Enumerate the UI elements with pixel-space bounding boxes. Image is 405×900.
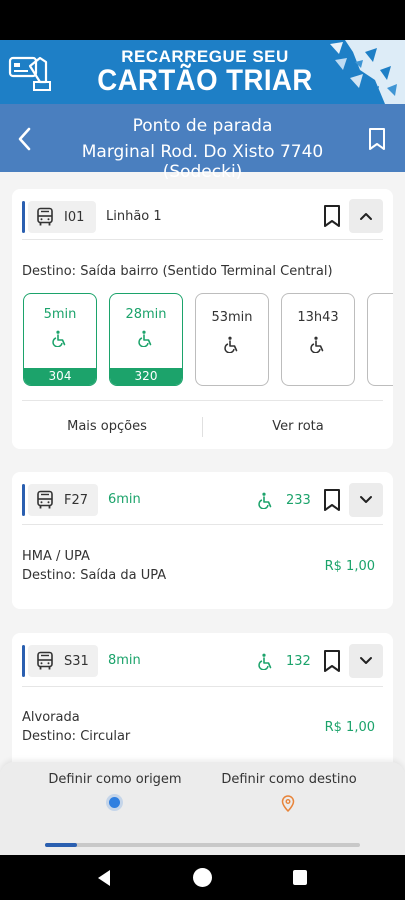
origin-dot-icon[interactable]	[109, 797, 120, 808]
more-options-button[interactable]: Mais opções	[12, 419, 202, 434]
departure-time: 13h43	[297, 310, 339, 325]
departure-time: 5min	[43, 307, 77, 322]
bookmark-icon[interactable]	[321, 649, 343, 673]
vehicle-number: 233	[286, 493, 311, 508]
bus-icon	[37, 207, 53, 226]
divider	[22, 524, 383, 525]
arrival-eta: 8min	[108, 653, 141, 668]
decorative-shards	[330, 40, 405, 104]
route-code: S31	[64, 653, 89, 669]
arrival-eta: 6min	[108, 492, 141, 507]
wheelchair-icon	[258, 492, 272, 509]
vehicle-number: 132	[286, 654, 311, 669]
departure-tile[interactable]: 53min	[195, 293, 269, 386]
route-destination: Destino: Circular	[22, 729, 131, 744]
bus-icon	[37, 651, 53, 670]
chevron-down-icon	[360, 496, 372, 503]
chevron-down-icon	[360, 657, 372, 664]
departure-tile[interactable]: 5min 304	[23, 293, 97, 386]
divider	[22, 239, 383, 240]
system-nav-bar	[0, 855, 405, 900]
bookmark-icon[interactable]	[321, 204, 343, 228]
location-pin-icon[interactable]	[281, 795, 295, 812]
wheelchair-icon	[310, 336, 324, 353]
view-route-button[interactable]: Ver rota	[203, 419, 393, 434]
departure-tile-partial[interactable]	[367, 293, 393, 386]
route-code-badge: S31	[28, 645, 98, 677]
route-card-s31[interactable]: S31 8min 132 Alvorada Destino: Circular …	[12, 633, 393, 773]
route-card-i01: I01 Linhão 1 Destino: Saída bairro (Sent…	[12, 189, 393, 449]
card-reload-icon	[8, 56, 51, 91]
wheelchair-icon	[258, 653, 272, 670]
promo-banner[interactable]: RECARREGUE SEU CARTÃO TRIAR	[0, 40, 405, 104]
banner-title: CARTÃO TRIAR	[97, 64, 313, 97]
stop-address: Marginal Rod. Do Xisto 7740 (Sodecki)	[81, 142, 324, 182]
collapse-button[interactable]	[349, 199, 383, 233]
fare-price: R$ 1,00	[324, 720, 375, 735]
bookmark-icon[interactable]	[365, 126, 389, 152]
nav-home-icon[interactable]	[193, 868, 212, 887]
wheelchair-icon	[52, 330, 66, 347]
departure-tile[interactable]: 13h43	[281, 293, 355, 386]
scroll-progress	[45, 843, 360, 847]
expand-button[interactable]	[349, 483, 383, 517]
route-code: F27	[64, 492, 89, 508]
bus-icon	[37, 490, 53, 509]
divider	[22, 686, 383, 687]
status-bar	[0, 0, 405, 40]
expand-button[interactable]	[349, 644, 383, 678]
departure-tile[interactable]: 28min 320	[109, 293, 183, 386]
chevron-up-icon	[360, 213, 372, 220]
vehicle-number: 320	[110, 368, 182, 385]
route-code-badge: I01	[28, 201, 96, 233]
vehicle-number: 304	[24, 368, 96, 385]
route-accent-bar	[22, 645, 25, 677]
fare-price: R$ 1,00	[324, 559, 375, 574]
route-accent-bar	[22, 484, 25, 516]
route-accent-bar	[22, 201, 25, 233]
departure-time: 28min	[125, 307, 167, 322]
departure-time: 53min	[211, 310, 253, 325]
divider	[22, 400, 383, 401]
wheelchair-icon	[224, 336, 238, 353]
nav-recents-icon[interactable]	[293, 870, 307, 885]
scroll-progress-fill	[45, 843, 77, 847]
route-card-f27[interactable]: F27 6min 233 HMA / UPA Destino: Saída da…	[12, 472, 393, 609]
nav-back-icon[interactable]	[96, 869, 112, 887]
page-title: Ponto de parada	[132, 116, 273, 136]
set-destination-button[interactable]: Definir como destino	[199, 772, 379, 787]
wheelchair-icon	[138, 330, 152, 347]
bookmark-icon[interactable]	[321, 488, 343, 512]
set-origin-button[interactable]: Definir como origem	[25, 772, 205, 787]
route-name: Linhão 1	[106, 209, 162, 224]
line-name: HMA / UPA	[22, 549, 90, 564]
route-code-badge: F27	[28, 484, 98, 516]
line-name: Alvorada	[22, 710, 80, 725]
back-arrow-icon[interactable]	[12, 124, 38, 154]
route-code: I01	[64, 209, 85, 225]
bottom-sheet: Definir como origem Definir como destino	[0, 762, 405, 855]
route-destination: Destino: Saída bairro (Sentido Terminal …	[22, 264, 333, 279]
route-destination: Destino: Saída da UPA	[22, 568, 167, 583]
app-header: Ponto de parada Marginal Rod. Do Xisto 7…	[0, 104, 405, 182]
